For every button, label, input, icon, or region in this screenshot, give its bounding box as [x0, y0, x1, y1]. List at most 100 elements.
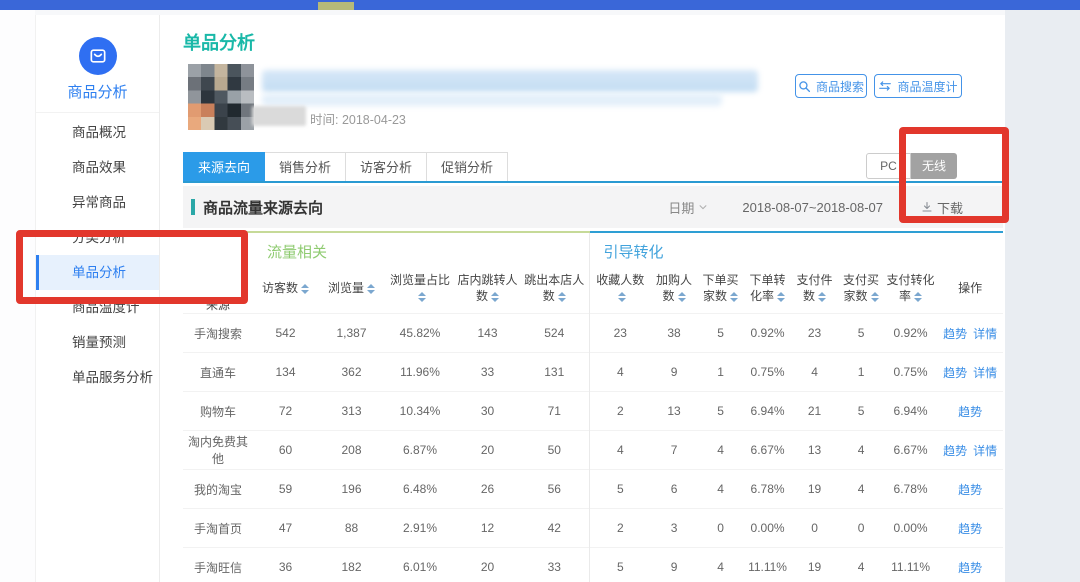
cell-store-exits: 33 [520, 548, 589, 582]
sort-up-arrow [301, 284, 309, 288]
sort-up-arrow [914, 292, 922, 296]
traffic-source-table: 来源流量相关引导转化访客数浏览量浏览量占比店内跳转人数跳出本店人数收藏人数加购人… [183, 231, 1003, 582]
trend-link[interactable]: 趋势 [943, 327, 967, 341]
search-icon [798, 80, 811, 93]
sort-icon[interactable] [914, 292, 922, 302]
cell-actions: 趋势详情 [937, 314, 1003, 353]
column-label: 浏览量 [328, 281, 364, 295]
tab-promotion-analysis[interactable]: 促销分析 [427, 152, 508, 182]
sort-icon[interactable] [618, 292, 626, 302]
detail-link[interactable]: 详情 [973, 327, 997, 341]
tab-sales-analysis[interactable]: 销售分析 [265, 152, 346, 182]
tab-visitor-analysis[interactable]: 访客分析 [346, 152, 427, 182]
cell-pageviews: 362 [318, 353, 385, 392]
cell-cart-adds: 7 [651, 431, 697, 470]
cell-order-rate: 0.92% [744, 314, 791, 353]
cell-pageviews: 1,387 [318, 314, 385, 353]
date-dropdown-label: 日期 [668, 198, 694, 217]
section-accent-bar [191, 199, 195, 215]
cell-cart-adds: 13 [651, 392, 697, 431]
sidebar-item-sales-forecast[interactable]: 销量预测 [36, 325, 159, 360]
column-header-order-rate: 下单转化率 [744, 263, 791, 314]
cell-paid-rate: 0.92% [884, 314, 937, 353]
cell-visitors: 60 [253, 431, 318, 470]
cell-visitors: 59 [253, 470, 318, 509]
download-icon [921, 201, 933, 213]
cell-cart-adds: 9 [651, 353, 697, 392]
sort-icon[interactable] [301, 284, 309, 294]
cell-paid-buyers: 5 [838, 314, 884, 353]
sidebar-item-product-overview[interactable]: 商品概况 [36, 115, 159, 150]
sort-down-arrow [491, 298, 499, 302]
table-row: 购物车7231310.34%307121356.94%2156.94%趋势 [183, 392, 1003, 431]
cell-order-buyers: 0 [697, 509, 744, 548]
cell-paid-items: 19 [791, 548, 838, 582]
cell-pageview-share: 2.91% [385, 509, 455, 548]
trend-link[interactable]: 趋势 [943, 444, 967, 458]
sidebar-item-product-thermometer[interactable]: 商品温度计 [36, 290, 159, 325]
trend-link[interactable]: 趋势 [943, 366, 967, 380]
cell-in-store-jumps: 20 [455, 548, 520, 582]
trend-link[interactable]: 趋势 [958, 405, 982, 419]
sidebar-header: 商品分析 [36, 15, 159, 113]
column-header-paid-items: 支付件数 [791, 263, 838, 314]
sort-icon[interactable] [678, 292, 686, 302]
column-header-store-exits: 跳出本店人数 [520, 263, 589, 314]
cell-in-store-jumps: 33 [455, 353, 520, 392]
trend-link[interactable]: 趋势 [958, 561, 982, 575]
device-toggle-pc[interactable]: PC [866, 153, 911, 179]
table-row: 直通车13436211.96%331314910.75%410.75%趋势详情 [183, 353, 1003, 392]
sort-icon[interactable] [871, 292, 879, 302]
sort-icon[interactable] [491, 292, 499, 302]
table-row: 淘内免费其他602086.87%20504746.67%1346.67%趋势详情 [183, 431, 1003, 470]
sort-icon[interactable] [558, 292, 566, 302]
cell-pageview-share: 6.48% [385, 470, 455, 509]
column-header-paid-rate: 支付转化率 [884, 263, 937, 314]
sort-up-arrow [777, 292, 785, 296]
sort-down-arrow [818, 298, 826, 302]
cell-source: 淘内免费其他 [183, 431, 253, 470]
sort-icon[interactable] [367, 284, 375, 294]
product-thermometer-button[interactable]: 商品温度计 [874, 74, 962, 98]
product-search-label: 商品搜索 [816, 78, 864, 95]
sort-icon[interactable] [777, 292, 785, 302]
sidebar-item-category-analysis[interactable]: 分类分析 [36, 220, 159, 255]
sort-up-arrow [491, 292, 499, 296]
sort-up-arrow [678, 292, 686, 296]
swap-arrows-icon [878, 80, 892, 92]
table-row: 手淘首页47882.91%12422300.00%000.00%趋势 [183, 509, 1003, 548]
sort-icon[interactable] [730, 292, 738, 302]
sidebar-item-product-effect[interactable]: 商品效果 [36, 150, 159, 185]
column-header-ops: 操作 [937, 263, 1003, 314]
sidebar-item-abnormal-products[interactable]: 异常商品 [36, 185, 159, 220]
trend-link[interactable]: 趋势 [958, 483, 982, 497]
sort-icon[interactable] [818, 292, 826, 302]
column-label: 店内跳转人数 [457, 273, 517, 303]
page-title: 单品分析 [183, 29, 255, 55]
download-button[interactable]: 下载 [921, 198, 963, 217]
detail-link[interactable]: 详情 [973, 366, 997, 380]
section-title: 商品流量来源去向 [203, 197, 323, 218]
detail-link[interactable]: 详情 [973, 444, 997, 458]
cell-order-rate: 6.67% [744, 431, 791, 470]
date-dropdown[interactable]: 日期 [668, 198, 708, 217]
device-toggle-wireless[interactable]: 无线 [911, 153, 957, 179]
column-label: 支付转化率 [887, 273, 935, 303]
column-header-order-buyers: 下单买家数 [697, 263, 744, 314]
cell-source: 我的淘宝 [183, 470, 253, 509]
sidebar-item-single-item-service-analysis[interactable]: 单品服务分析 [36, 360, 159, 395]
cell-visitors: 47 [253, 509, 318, 548]
column-label: 支付件数 [797, 273, 833, 303]
cell-paid-buyers: 5 [838, 392, 884, 431]
tabs-underline [183, 181, 1003, 183]
table-row: 手淘搜索5421,38745.82%143524233850.92%2350.9… [183, 314, 1003, 353]
tab-source-destination[interactable]: 来源去向 [183, 152, 265, 182]
sort-icon[interactable] [418, 292, 426, 302]
cell-source: 手淘首页 [183, 509, 253, 548]
column-header-favorites: 收藏人数 [589, 263, 651, 314]
cell-actions: 趋势 [937, 392, 1003, 431]
cell-source: 手淘旺信 [183, 548, 253, 582]
sidebar-item-single-item-analysis[interactable]: 单品分析 [36, 255, 159, 290]
product-search-button[interactable]: 商品搜索 [795, 74, 867, 98]
trend-link[interactable]: 趋势 [958, 522, 982, 536]
